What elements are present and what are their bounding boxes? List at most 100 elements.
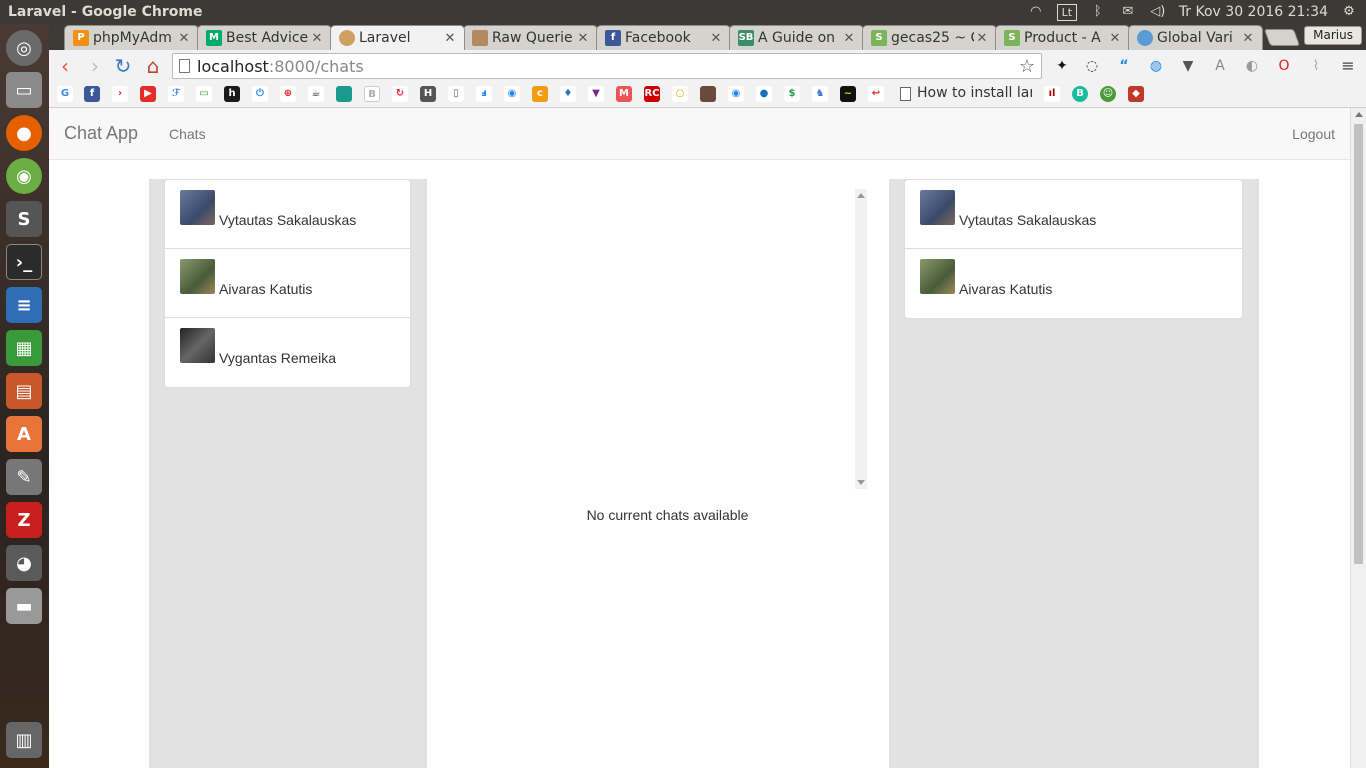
bookmark-icon[interactable]: h bbox=[224, 86, 240, 102]
bookmark-icon[interactable]: ~ bbox=[840, 86, 856, 102]
bookmark-icon[interactable]: ◉ bbox=[504, 86, 520, 102]
bookmark-icon[interactable]: ● bbox=[756, 86, 772, 102]
tab-guide[interactable]: SB A Guide on ✕ bbox=[729, 25, 864, 50]
profile-button[interactable]: Marius bbox=[1304, 26, 1362, 45]
user-list-item[interactable]: Vygantas Remeika bbox=[165, 318, 410, 387]
calc-icon[interactable]: ▦ bbox=[6, 330, 42, 366]
volume-icon[interactable]: ◁) bbox=[1149, 4, 1167, 20]
bookmark-icon[interactable]: B bbox=[1072, 86, 1088, 102]
bookmark-icon[interactable]: RC bbox=[644, 86, 660, 102]
angular-icon[interactable]: A bbox=[1211, 57, 1229, 75]
bookmark-icon[interactable] bbox=[336, 86, 352, 102]
bookmark-how-to-install[interactable]: How to install lar bbox=[917, 85, 1032, 101]
disk-icon[interactable]: ▬ bbox=[6, 588, 42, 624]
tab-product[interactable]: S Product - A ✕ bbox=[995, 25, 1130, 50]
bookmark-icon[interactable]: ⊕ bbox=[280, 86, 296, 102]
scroll-thumb[interactable] bbox=[1354, 124, 1363, 564]
chrome-icon[interactable]: ◉ bbox=[6, 158, 42, 194]
user-list-item[interactable]: Vytautas Sakalauskas bbox=[905, 180, 1242, 249]
back-button[interactable]: ‹ bbox=[53, 54, 77, 78]
extension-icon[interactable]: ◍ bbox=[1147, 57, 1165, 75]
bookmark-icon[interactable]: › bbox=[112, 86, 128, 102]
bookmark-icon[interactable]: ♞ bbox=[812, 86, 828, 102]
bookmark-icon[interactable]: ▭ bbox=[196, 86, 212, 102]
bookmark-icon[interactable]: ◉ bbox=[728, 86, 744, 102]
extension-icon[interactable]: ✦ bbox=[1053, 57, 1071, 75]
bookmark-icon[interactable]: ◆ bbox=[1128, 86, 1144, 102]
vue-devtools-icon[interactable]: ▼ bbox=[1179, 57, 1197, 75]
software-center-icon[interactable]: A bbox=[6, 416, 42, 452]
tab-laravel[interactable]: Laravel ✕ bbox=[330, 25, 465, 50]
bookmark-icon[interactable]: M bbox=[616, 86, 632, 102]
bookmark-icon[interactable]: ▯ bbox=[448, 86, 464, 102]
close-icon[interactable]: ✕ bbox=[444, 31, 456, 46]
filezilla-icon[interactable]: Z bbox=[6, 502, 42, 538]
bookmark-icon[interactable]: ☺ bbox=[1100, 86, 1116, 102]
quote-extension-icon[interactable]: “ bbox=[1115, 57, 1133, 75]
chat-scrollbar[interactable] bbox=[855, 189, 867, 489]
close-icon[interactable]: ✕ bbox=[710, 31, 722, 46]
wifi-icon[interactable]: ◠ bbox=[1027, 4, 1045, 20]
reload-button[interactable]: ↻ bbox=[111, 54, 135, 78]
terminal-icon[interactable]: ›_ bbox=[6, 244, 42, 280]
keyboard-layout-indicator[interactable]: Lt bbox=[1056, 3, 1077, 21]
settings-icon[interactable]: ✎ bbox=[6, 459, 42, 495]
extension-icon[interactable]: ◐ bbox=[1243, 57, 1261, 75]
close-icon[interactable]: ✕ bbox=[577, 31, 589, 46]
forward-button[interactable]: › bbox=[83, 54, 107, 78]
page-scrollbar[interactable] bbox=[1350, 108, 1366, 768]
brand-link[interactable]: Chat App bbox=[64, 123, 138, 144]
bookmark-icon[interactable]: $ bbox=[784, 86, 800, 102]
bookmark-icon[interactable] bbox=[700, 86, 716, 102]
logout-link[interactable]: Logout bbox=[1292, 126, 1335, 142]
bookmark-star-icon[interactable]: ☆ bbox=[1019, 56, 1035, 77]
home-button[interactable]: ⌂ bbox=[141, 54, 165, 78]
tab-phpmyadmin[interactable]: P phpMyAdm ✕ bbox=[64, 25, 199, 50]
bluetooth-icon[interactable]: ᛒ bbox=[1089, 4, 1107, 20]
bookmark-icon[interactable]: ☕ bbox=[308, 86, 324, 102]
gear-icon[interactable]: ⚙ bbox=[1340, 4, 1358, 20]
bookmark-icon[interactable]: ℱ bbox=[168, 86, 184, 102]
opera-icon[interactable]: O bbox=[1275, 57, 1293, 75]
close-icon[interactable]: ✕ bbox=[1242, 31, 1254, 46]
sublime-text-icon[interactable]: S bbox=[6, 201, 42, 237]
menu-icon[interactable]: ≡ bbox=[1339, 57, 1357, 75]
scroll-up-arrow-icon[interactable] bbox=[857, 193, 865, 198]
close-icon[interactable]: ✕ bbox=[178, 31, 190, 46]
user-list-item[interactable]: Aivaras Katutis bbox=[165, 249, 410, 318]
extension-icon[interactable]: ⌇ bbox=[1307, 57, 1325, 75]
bookmark-icon[interactable]: ▼ bbox=[588, 86, 604, 102]
bookmark-icon[interactable]: ⅎ bbox=[476, 86, 492, 102]
bookmark-icon[interactable]: ♦ bbox=[560, 86, 576, 102]
close-icon[interactable]: ✕ bbox=[1109, 31, 1121, 46]
user-list-item[interactable]: Vytautas Sakalauskas bbox=[165, 180, 410, 249]
google-icon[interactable]: G bbox=[57, 86, 73, 102]
scroll-down-arrow-icon[interactable] bbox=[857, 480, 865, 485]
extension-icon[interactable]: ◌ bbox=[1083, 57, 1101, 75]
bookmark-icon[interactable]: c bbox=[532, 86, 548, 102]
nav-chats-link[interactable]: Chats bbox=[169, 126, 206, 142]
tab-global-vari[interactable]: Global Vari ✕ bbox=[1128, 25, 1263, 50]
facebook-icon[interactable]: f bbox=[84, 86, 100, 102]
dash-icon[interactable]: ◎ bbox=[6, 30, 42, 66]
address-bar[interactable]: localhost:8000/chats ☆ bbox=[172, 53, 1042, 79]
files-icon[interactable]: ▭ bbox=[6, 72, 42, 108]
new-tab-button[interactable] bbox=[1263, 29, 1301, 46]
tab-best-advice[interactable]: M Best Advice ✕ bbox=[197, 25, 332, 50]
mail-icon[interactable]: ✉ bbox=[1119, 4, 1137, 20]
bookmark-icon[interactable]: B bbox=[364, 86, 380, 102]
user-list-item[interactable]: Aivaras Katutis bbox=[905, 249, 1242, 318]
bookmark-icon[interactable]: H bbox=[420, 86, 436, 102]
close-icon[interactable]: ✕ bbox=[843, 31, 855, 46]
firefox-icon[interactable]: ● bbox=[6, 115, 42, 151]
clock[interactable]: Tr Kov 30 2016 21:34 bbox=[1179, 4, 1328, 20]
writer-icon[interactable]: ≡ bbox=[6, 287, 42, 323]
tab-facebook[interactable]: f Facebook ✕ bbox=[596, 25, 731, 50]
close-icon[interactable]: ✕ bbox=[976, 31, 988, 46]
close-icon[interactable]: ✕ bbox=[311, 31, 323, 46]
youtube-icon[interactable]: ▶ bbox=[140, 86, 156, 102]
bookmark-icon[interactable]: ıl bbox=[1044, 86, 1060, 102]
impress-icon[interactable]: ▤ bbox=[6, 373, 42, 409]
bookmark-icon[interactable]: ○ bbox=[672, 86, 688, 102]
gimp-icon[interactable]: ◕ bbox=[6, 545, 42, 581]
